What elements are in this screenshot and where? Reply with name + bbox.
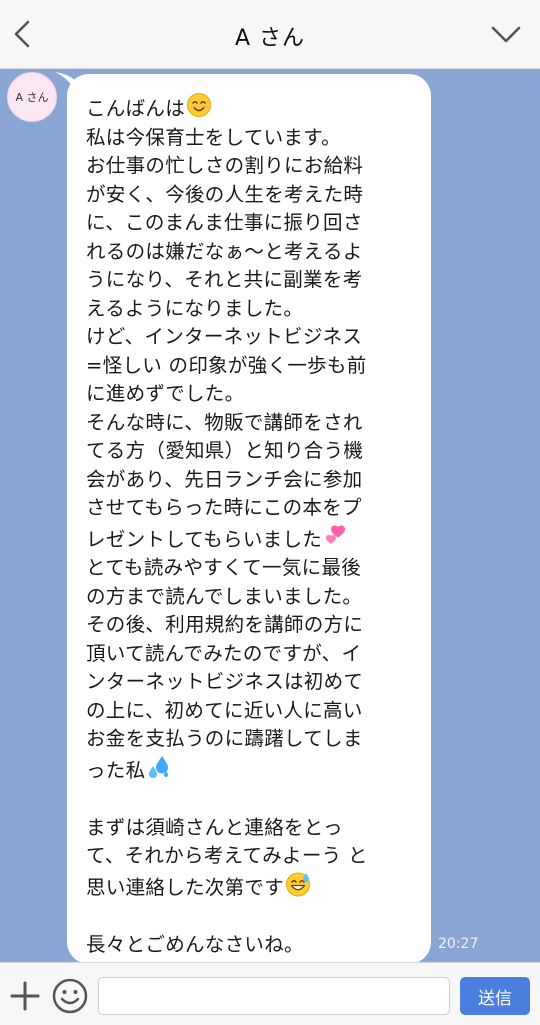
message-line: レゼントしてもらいました [86,523,417,555]
message-line-text: まずは須崎さんと連絡をとっ [86,815,343,839]
input-bar: 送信 [0,962,540,1025]
message-line: こんばんは [86,92,417,124]
message-line: ンターネットビジネスは初めて [86,668,417,697]
message-line: とても読みやすくて一気に最後 [86,554,417,583]
message-line-text: 思い連絡した次第です [86,875,285,899]
message-timestamp: 20:27 [438,936,479,952]
message-line-text: の方まで読んでしまいました。 [86,584,363,608]
message-line-text: った私 [86,758,146,782]
message-line: 長々とごめんなさいね。 [86,931,417,960]
message-line: れるのは嫌だなぁ〜と考えるよ [86,238,417,267]
message-line [86,785,417,814]
message-input[interactable] [98,977,450,1015]
smiling-face-emoji [187,93,212,117]
message-line-text: が安く、今後の人生を考えた時 [86,182,364,206]
avatar-label: A さん [15,91,49,104]
message-line: えるようになりました。 [86,295,417,324]
plus-icon [10,981,40,1011]
message-line-text: うになり、それと共に副業を考 [86,268,363,291]
message-line: お金を支払うのに躊躇してしま [86,725,417,754]
message-line-text: ンターネットビジネスは初めて [86,670,364,693]
message-line-text: とても読みやすくて一気に最後 [86,556,362,579]
message-line: お仕事の忙しさの割りにお給料 [86,152,417,181]
message-line-text: その後、利用規約を講師の方に [86,613,364,636]
message-line: そんな時に、物販で講師をされ [86,409,417,438]
message-line-text: させてもらった時にこの本をプ [86,496,362,519]
message-line: が安く、今後の人生を考えた時 [86,181,417,210]
message-line: の方まで読んでしまいました。 [86,583,417,612]
message-line-text: けど、インターネットビジネス [86,325,363,348]
message-line: て、それから考えてみよーう と [86,842,417,871]
message-line: まずは須崎さんと連絡をとっ [86,814,417,843]
message-line-text: に、このまんま仕事に振り回さ [86,211,363,234]
message-line: うになり、それと共に副業を考 [86,266,417,295]
message-line-text: お仕事の忙しさの割りにお給料 [86,154,364,177]
message-line: 思い連絡した次第です [86,871,417,903]
message-line: に、このまんま仕事に振り回さ [86,209,417,238]
send-button[interactable]: 送信 [460,977,530,1015]
message-line: った私 [86,754,417,786]
message-line: けど、インターネットビジネス [86,323,417,352]
message-line-text: 会があり、先日ランチ会に参加 [86,467,363,491]
message-bubble[interactable]: こんばんは私は今保育士をしています。 お仕事の忙しさの割りにお給料 が安く、今後の人… [67,74,431,964]
message-line: 会があり、先日ランチ会に参加 [86,466,417,495]
message-line-text: 私は今保育士をしています。 [86,125,341,149]
sticker-button[interactable] [51,977,89,1015]
chat-title: A さん [234,26,306,51]
message-line-text: 長々とごめんなさいね。 [86,932,304,956]
message-line-text: えるようになりました。 [86,296,304,320]
message-line: =怪しい の印象が強く一歩も前 [86,352,417,381]
message-line-text: お金を支払うのに躊躇してしま [86,727,363,750]
message-line [86,902,417,931]
sweat-droplets-emoji [149,755,169,778]
message-line: させてもらった時にこの本をプ [86,494,417,523]
avatar[interactable]: A さん [7,72,57,122]
message-line: てる方（愛知県）と知り合う機 [86,437,417,466]
grinning-sweat-emoji [286,872,311,896]
chevron-down-icon [491,26,521,43]
message-line: 頂いて読んでみたのですが、イ [86,640,417,669]
message-line-text: そんな時に、物販で講師をされ [86,410,363,434]
message-line-text: に進めずでした。 [86,382,245,405]
message-line-text: て、それから考えてみよーう と [86,844,368,867]
message-line: その後、利用規約を講師の方に [86,611,417,640]
message-line-text: こんばんは [86,97,186,120]
message-line-text: レゼントしてもらいました [86,527,323,551]
message-line-text: てる方（愛知県）と知り合う機 [86,439,364,462]
message-line-text: の上に、初めてに近い人に高い [86,698,363,722]
message-line-text: 頂いて読んでみたのですが、イ [86,641,362,665]
message-line: に進めずでした。 [86,380,417,409]
message-line-text: =怪しい の印象が強く一歩も前 [86,353,367,377]
message-line: の上に、初めてに近い人に高い [86,697,417,726]
message-body: こんばんは私は今保育士をしています。 お仕事の忙しさの割りにお給料 が安く、今後の人… [86,92,417,959]
message-line: 私は今保育士をしています。 [86,124,417,153]
two-hearts-emoji [326,525,346,544]
smile-icon [52,978,88,1014]
chat-header: A さん [0,0,540,69]
plus-button[interactable] [8,979,42,1013]
menu-toggle-button[interactable] [488,20,524,50]
message-line-text: れるのは嫌だなぁ〜と考えるよ [86,239,363,263]
